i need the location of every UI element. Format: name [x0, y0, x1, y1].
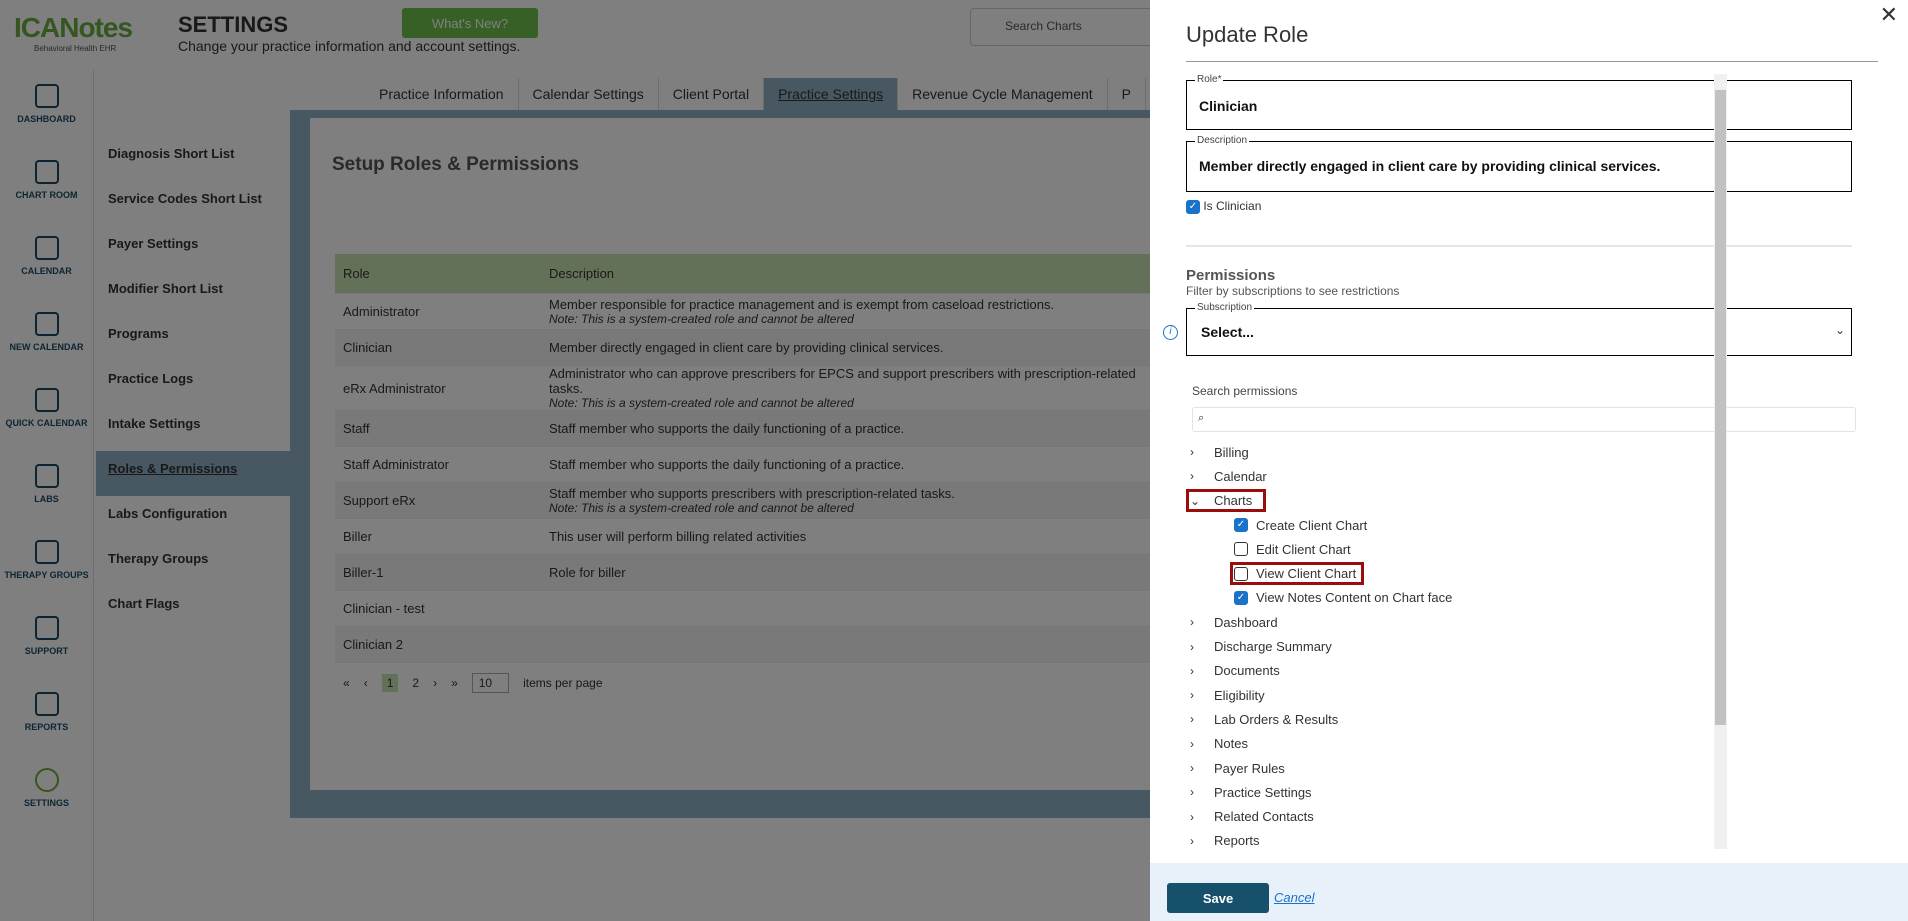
permission-group[interactable]: ›Calendar	[1190, 464, 1456, 488]
close-icon[interactable]: ✕	[1880, 2, 1898, 28]
permission-item[interactable]: ✓ View Notes Content on Chart face	[1190, 586, 1456, 610]
cancel-link[interactable]: Cancel	[1274, 890, 1314, 905]
chevron-right-icon[interactable]: ›	[1190, 688, 1214, 702]
permission-group[interactable]: ›Billing	[1190, 440, 1456, 464]
chevron-right-icon[interactable]: ›	[1190, 785, 1214, 799]
permission-item[interactable]: View Client Chart	[1190, 561, 1456, 585]
role-field[interactable]: Role*Clinician	[1186, 80, 1852, 130]
group-label: Billing	[1214, 445, 1249, 460]
permission-label: View Notes Content on Chart face	[1256, 590, 1452, 605]
permission-checkbox[interactable]: ✓	[1234, 518, 1248, 532]
group-label: Reports	[1214, 833, 1260, 848]
chevron-down-icon: ⌄	[1835, 323, 1845, 337]
permission-group[interactable]: ›Payer Rules	[1190, 756, 1456, 780]
permission-group[interactable]: ›Dashboard	[1190, 610, 1456, 634]
group-label: Payer Rules	[1214, 761, 1285, 776]
permissions-subtitle: Filter by subscriptions to see restricti…	[1186, 284, 1399, 298]
group-label: Related Contacts	[1214, 809, 1314, 824]
chevron-right-icon[interactable]: ›	[1190, 445, 1214, 459]
info-icon[interactable]: i	[1163, 325, 1178, 340]
chevron-right-icon[interactable]: ›	[1190, 615, 1214, 629]
permission-label: Create Client Chart	[1256, 518, 1367, 533]
chevron-right-icon[interactable]: ›	[1190, 810, 1214, 824]
permission-item-wrap: ✓ Create Client Chart	[1234, 518, 1371, 533]
permission-group[interactable]: ›Practice Settings	[1190, 780, 1456, 804]
permission-checkbox[interactable]	[1234, 567, 1248, 581]
permission-group[interactable]: ›Discharge Summary	[1190, 634, 1456, 658]
permission-group[interactable]: ›Notes	[1190, 732, 1456, 756]
is-clinician-checkbox[interactable]: ✓	[1186, 200, 1200, 214]
group-label: Dashboard	[1214, 615, 1278, 630]
subscription-label: Subscription	[1195, 302, 1254, 313]
modal-overlay[interactable]	[0, 0, 1150, 921]
group-label: Lab Orders & Results	[1214, 712, 1338, 727]
permission-checkbox[interactable]	[1234, 542, 1248, 556]
chevron-right-icon[interactable]: ›	[1190, 834, 1214, 848]
subscription-value: Select...	[1201, 324, 1254, 340]
panel-title: Update Role	[1186, 22, 1308, 48]
save-button[interactable]: Save	[1167, 883, 1269, 913]
permission-checkbox[interactable]: ✓	[1234, 591, 1248, 605]
permissions-tree: ›Billing›Calendar⌄Charts✓Create Client C…	[1190, 440, 1456, 853]
chevron-right-icon[interactable]: ›	[1190, 640, 1214, 654]
description-field[interactable]: DescriptionMember directly engaged in cl…	[1186, 141, 1852, 192]
description-label: Description	[1195, 135, 1249, 146]
permission-item-wrap: View Client Chart	[1234, 566, 1360, 581]
role-label: Role*	[1195, 74, 1223, 85]
chevron-right-icon[interactable]: ›	[1190, 664, 1214, 678]
divider	[1186, 61, 1878, 62]
permission-item[interactable]: Edit Client Chart	[1190, 537, 1456, 561]
chevron-down-icon[interactable]: ⌄	[1190, 494, 1214, 508]
description-value[interactable]: Member directly engaged in client care b…	[1199, 158, 1660, 174]
permission-group[interactable]: ›Reports	[1190, 829, 1456, 853]
permissions-title: Permissions	[1186, 267, 1275, 284]
group-label: Eligibility	[1214, 688, 1265, 703]
group-label: Notes	[1214, 736, 1248, 751]
chevron-right-icon[interactable]: ›	[1190, 737, 1214, 751]
is-clinician-label: Is Clinician	[1203, 199, 1261, 213]
permission-group[interactable]: ›Lab Orders & Results	[1190, 707, 1456, 731]
permission-item[interactable]: ✓ Create Client Chart	[1190, 513, 1456, 537]
permission-group[interactable]: ›Eligibility	[1190, 683, 1456, 707]
search-permissions-label: Search permissions	[1192, 384, 1297, 398]
group-label: Documents	[1214, 663, 1280, 678]
charts-highlight: ⌄Charts	[1190, 493, 1262, 508]
permission-item-wrap: ✓ View Notes Content on Chart face	[1234, 590, 1456, 605]
update-role-panel: ✕ Update Role Role*Clinician Description…	[1150, 0, 1908, 921]
divider	[1186, 245, 1852, 247]
group-label: Calendar	[1214, 469, 1267, 484]
subscription-select[interactable]: SubscriptionSelect...⌄	[1186, 308, 1852, 356]
role-value[interactable]: Clinician	[1199, 98, 1257, 114]
is-clinician-row[interactable]: ✓ Is Clinician	[1186, 199, 1261, 214]
permission-label: View Client Chart	[1256, 566, 1356, 581]
permission-label: Edit Client Chart	[1256, 542, 1351, 557]
chevron-right-icon[interactable]: ›	[1190, 469, 1214, 483]
panel-scrollbar[interactable]	[1714, 74, 1727, 849]
chevron-right-icon[interactable]: ›	[1190, 712, 1214, 726]
scrollbar-thumb[interactable]	[1715, 90, 1726, 725]
permission-group[interactable]: ›Related Contacts	[1190, 804, 1456, 828]
group-label: Charts	[1214, 493, 1252, 508]
group-label: Discharge Summary	[1214, 639, 1332, 654]
permission-item-wrap: Edit Client Chart	[1234, 542, 1355, 557]
panel-footer: Save Cancel	[1150, 863, 1908, 921]
chevron-right-icon[interactable]: ›	[1190, 761, 1214, 775]
group-label: Practice Settings	[1214, 785, 1312, 800]
search-icon: ⌕	[1198, 412, 1204, 425]
search-permissions-input[interactable]: ⌕	[1192, 407, 1856, 432]
permission-group-charts[interactable]: ⌄Charts	[1190, 489, 1456, 513]
permission-group[interactable]: ›Documents	[1190, 659, 1456, 683]
